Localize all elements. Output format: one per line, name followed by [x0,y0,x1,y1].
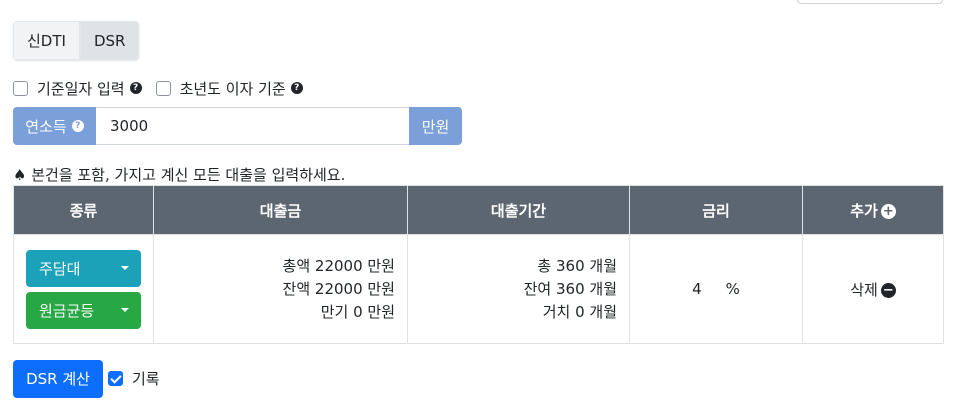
table-row: 주담대 원금균등 총액 22000 만원 잔액 22000 만원 만기 0 만원… [13,234,944,344]
tab-new-dti[interactable]: 신DTI [13,21,80,60]
delete-label: 삭제 [850,280,878,299]
income-label: 연소득 [25,117,67,136]
record-label: 기록 [132,370,160,388]
first-year-label: 초년도 이자 기준 [179,79,286,98]
tab-group: 신DTI DSR [13,21,140,60]
rate-unit: % [725,280,740,298]
income-unit: 만원 [409,107,462,145]
income-input-group: 연소득 ? 3000 만원 [13,107,462,145]
repay-type-label: 원금균등 [39,301,95,320]
loan-table: 종류 대출금 대출기간 금리 추가 + 주담대 원금균등 총액 22000 만원… [13,185,944,344]
chevron-down-icon [121,266,129,270]
add-button[interactable]: 추가 + [802,185,944,235]
amount-remaining[interactable]: 잔액 22000 만원 [154,278,395,301]
header-type: 종류 [13,185,154,235]
rate-cell: 4% [629,234,803,344]
chevron-down-icon [121,308,129,312]
period-cell: 총 360 개월 잔여 360 개월 거치 0 개월 [407,234,630,344]
period-total[interactable]: 총 360 개월 [408,255,617,278]
amount-maturity[interactable]: 만기 0 만원 [154,301,395,324]
footer: DSR 계산 기록 [13,360,160,398]
header-rate: 금리 [629,185,803,235]
record-checkbox[interactable] [108,371,123,386]
amount-total[interactable]: 총액 22000 만원 [154,255,395,278]
tab-dsr[interactable]: DSR [79,21,140,60]
question-icon[interactable]: ? [290,82,303,94]
question-icon[interactable]: ? [71,120,84,132]
options-row: 기준일자 입력 ? 초년도 이자 기준 ? [13,78,303,98]
base-date-checkbox[interactable] [13,80,28,96]
header-amount: 대출금 [153,185,408,235]
period-grace[interactable]: 거치 0 개월 [408,301,617,324]
plus-circle-icon[interactable]: + [880,203,896,219]
add-label: 추가 [850,201,878,220]
question-icon[interactable]: ? [129,82,142,94]
delete-button[interactable]: 삭제 − [802,234,944,344]
amount-cell: 총액 22000 만원 잔액 22000 만원 만기 0 만원 [153,234,408,344]
record-option: 기록 [108,368,160,389]
income-field[interactable]: 3000 [96,107,409,145]
loan-type-label: 주담대 [39,259,81,278]
first-year-checkbox[interactable] [155,80,171,96]
page: 신DTI DSR 기준일자 입력 ? 초년도 이자 기준 ? 연소득 ? 300… [0,0,961,411]
minus-circle-icon[interactable]: − [880,282,896,298]
rate-value[interactable]: 4 [692,280,702,298]
type-cell: 주담대 원금균등 [13,234,154,344]
dsr-calc-button[interactable]: DSR 계산 [13,360,103,398]
table-header-row: 종류 대출금 대출기간 금리 추가 + [13,185,944,235]
notice-text: ♠ 본건을 포함, 가지고 계신 모든 대출을 입력하세요. [13,166,346,184]
top-select[interactable] [797,0,943,4]
loan-type-dropdown[interactable]: 주담대 [26,249,141,287]
income-addon: 연소득 ? [13,107,96,145]
header-period: 대출기간 [407,185,630,235]
base-date-label: 기준일자 입력 [37,79,125,98]
period-remaining[interactable]: 잔여 360 개월 [408,278,617,301]
repay-type-dropdown[interactable]: 원금균등 [26,291,141,329]
